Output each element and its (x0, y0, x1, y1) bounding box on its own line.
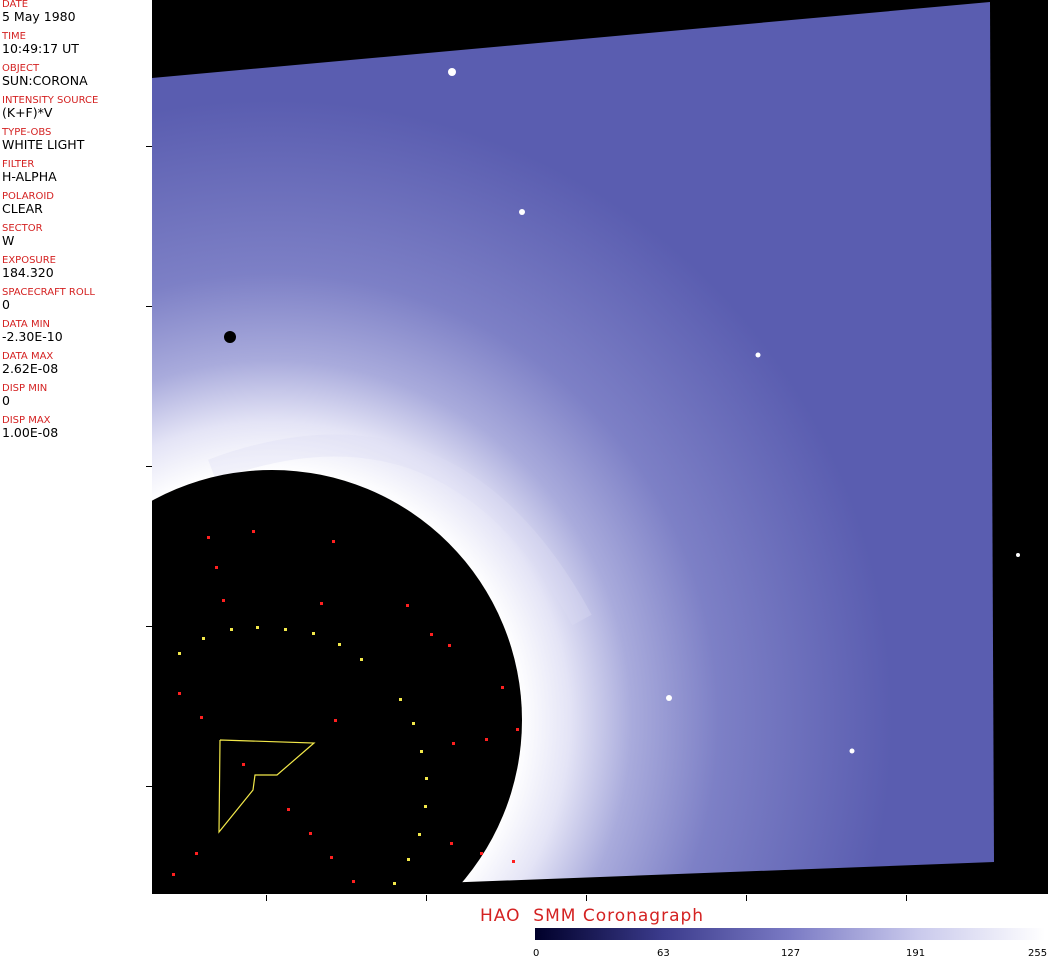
metadata-panel: DATE 5 May 1980 TIME 10:49:17 UT OBJECT … (0, 0, 152, 894)
field-disp-min: DISP MIN 0 (0, 384, 152, 408)
polaroid-value: CLEAR (2, 201, 43, 216)
footer-area (0, 894, 1048, 960)
colorbar-tick-label: 0 (533, 948, 540, 959)
field-exposure: EXPOSURE 184.320 (0, 256, 152, 280)
field-type-obs: TYPE-OBS WHITE LIGHT (0, 128, 152, 152)
date-value: 5 May 1980 (2, 9, 76, 24)
intensity-source-value: (K+F)*V (2, 105, 53, 120)
instrument-title: HAO SMM Coronagraph (480, 906, 705, 926)
x-axis-tick (586, 895, 587, 901)
colorbar (535, 928, 1045, 940)
star (849, 748, 855, 754)
sector-label: SECTOR (2, 223, 43, 234)
star (448, 68, 456, 76)
star (755, 352, 761, 358)
field-data-max: DATA MAX 2.62E-08 (0, 352, 152, 376)
x-axis-tick (906, 895, 907, 901)
field-date: DATE 5 May 1980 (0, 0, 152, 24)
field-sector: SECTOR W (0, 224, 152, 248)
spacecraft-roll-value: 0 (2, 297, 10, 312)
star (1016, 553, 1020, 557)
disp-min-value: 0 (2, 393, 10, 408)
x-axis-tick (266, 895, 267, 901)
field-spacecraft-roll: SPACECRAFT ROLL 0 (0, 288, 152, 312)
colorbar-tick-label: 255 (1028, 948, 1048, 959)
colorbar-tick-label: 63 (657, 948, 670, 959)
star (224, 331, 236, 343)
sector-value: W (2, 233, 15, 248)
colorbar-tick-label: 127 (781, 948, 801, 959)
field-intensity-source: INTENSITY SOURCE (K+F)*V (0, 96, 152, 120)
field-filter: FILTER H-ALPHA (0, 160, 152, 184)
field-object: OBJECT SUN:CORONA (0, 64, 152, 88)
colorbar-tick-label: 191 (906, 948, 926, 959)
star (666, 695, 672, 701)
field-disp-max: DISP MAX 1.00E-08 (0, 416, 152, 440)
time-value: 10:49:17 UT (2, 41, 79, 56)
disp-max-value: 1.00E-08 (2, 425, 59, 440)
x-axis-tick (426, 895, 427, 901)
exposure-value: 184.320 (2, 265, 54, 280)
field-data-min: DATA MIN -2.30E-10 (0, 320, 152, 344)
star (519, 209, 525, 215)
x-axis-tick (746, 895, 747, 901)
type-obs-value: WHITE LIGHT (2, 137, 85, 152)
field-polaroid: POLAROID CLEAR (0, 192, 152, 216)
data-min-value: -2.30E-10 (2, 329, 63, 344)
spacecraft-roll-label: SPACECRAFT ROLL (2, 287, 95, 298)
coronagraph-image-svg (152, 2, 1020, 894)
filter-value: H-ALPHA (2, 169, 57, 184)
data-max-value: 2.62E-08 (2, 361, 59, 376)
disp-min-label: DISP MIN (2, 383, 48, 394)
object-value: SUN:CORONA (2, 73, 88, 88)
coronagraph-image (152, 0, 1048, 894)
field-time: TIME 10:49:17 UT (0, 32, 152, 56)
